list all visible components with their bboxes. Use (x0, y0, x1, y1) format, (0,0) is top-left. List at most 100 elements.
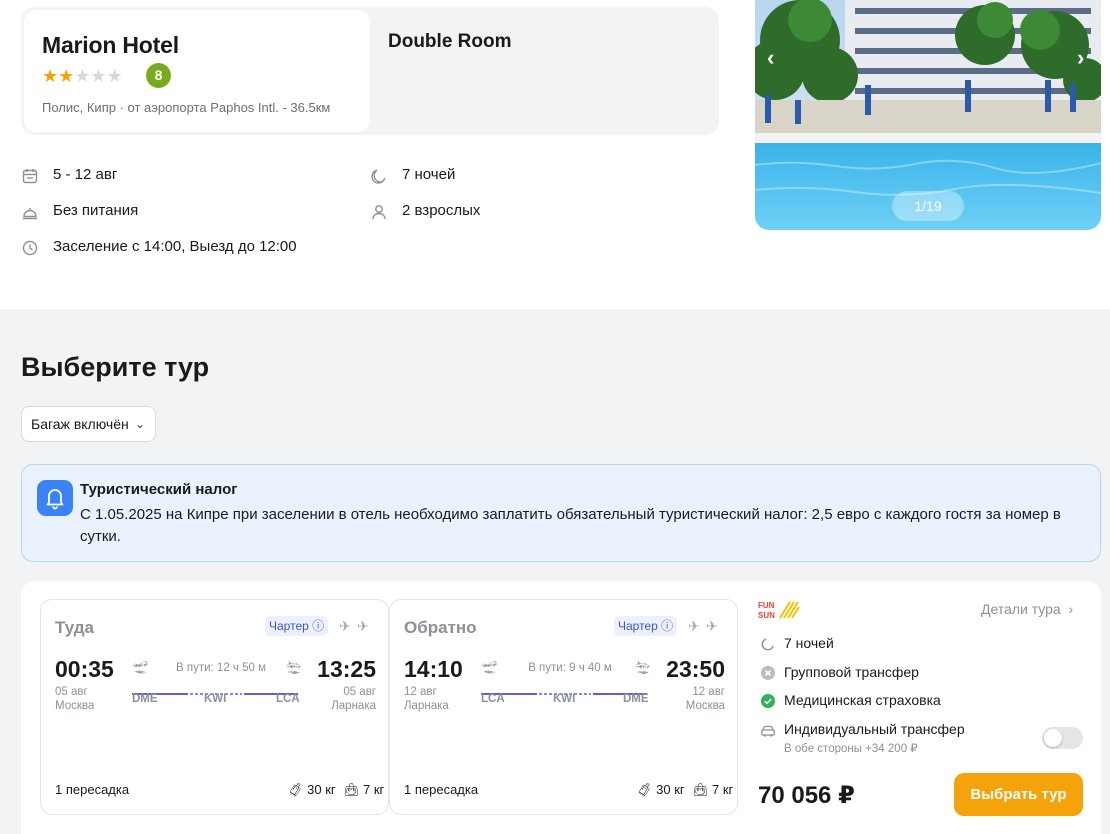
tour-offer-card: Туда Чартер ⓘ ✈ ✈ 00:35 05 авг Москва 🛫︎… (21, 581, 1101, 834)
suitcase-icon: 🧳︎ (636, 782, 653, 797)
flight-stops: 1 пересадка (404, 782, 479, 797)
star-empty-icon: ★ (106, 66, 123, 86)
departure-city: Москва (55, 700, 95, 712)
car-icon (761, 725, 775, 737)
medical-insurance: Медицинская страховка (784, 692, 941, 708)
baggage-filter-dropdown[interactable]: Багаж включён ⌄ (21, 406, 156, 442)
plane-icon: ✈ (706, 618, 718, 634)
group-transfer: Групповой трансфер (784, 664, 919, 680)
star-empty-icon: ★ (90, 66, 107, 86)
clock-icon (22, 240, 38, 256)
info-icon: ⓘ (312, 619, 325, 633)
charter-label: Чартер (269, 619, 309, 633)
baggage-allowance: 🧳︎ 30 кг 👜︎ 7 кг (636, 782, 733, 798)
flight-duration: В пути: 9 ч 40 м (528, 662, 612, 674)
flight-direction: Обратно (404, 618, 477, 637)
flight-outbound: Туда Чартер ⓘ ✈ ✈ 00:35 05 авг Москва 🛫︎… (40, 599, 389, 815)
tourist-tax-notice: Туристический налог С 1.05.2025 на Кипре… (21, 464, 1101, 562)
individual-transfer: Индивидуальный трансфер (784, 721, 965, 737)
arrival-info: 12 авг Москва (686, 685, 725, 713)
svg-text:SUN: SUN (758, 611, 775, 620)
departure-info: 05 авг Москва (55, 685, 94, 713)
baggage-filter-label: Багаж включён (31, 416, 129, 432)
tour-details-link[interactable]: Детали тура › (981, 601, 1073, 617)
airport-code: KWI (204, 693, 227, 705)
airport-code: KWI (553, 693, 576, 705)
hand-bag-icon: 👜︎ (342, 782, 360, 797)
chevron-right-icon: › (1068, 601, 1074, 617)
hotel-name: Marion Hotel (42, 32, 179, 58)
arrival-city: Ларнака (331, 700, 376, 712)
hotel-location: Полис, Кипр · от аэропорта Paphos Intl. … (42, 100, 331, 115)
baggage-weight: 30 кг (656, 782, 685, 797)
airport-code: DME (623, 693, 649, 705)
moon-icon (761, 638, 774, 651)
hotel-summary: Marion Hotel ★★★★★ 8 Полис, Кипр · от аэ… (21, 7, 719, 135)
arrival-date: 12 авг (692, 686, 725, 698)
notice-title: Туристический налог (80, 481, 238, 498)
plane-icon: ✈ (357, 618, 369, 634)
arrival-city: Москва (685, 700, 725, 712)
arrival-info: 05 авг Ларнака (331, 685, 376, 713)
chevron-down-icon: ⌄ (134, 417, 145, 431)
stay-guests: 2 взрослых (402, 202, 481, 219)
airport-code: DME (132, 693, 158, 705)
departure-city: Ларнака (404, 700, 449, 712)
cross-circle-icon (761, 666, 775, 680)
hotel-photo-gallery[interactable]: ‹ › 1/19 (755, 0, 1101, 230)
bell-icon (37, 480, 73, 516)
airport-code: LCA (481, 693, 505, 705)
hotel-header-section: Marion Hotel ★★★★★ 8 Полис, Кипр · от аэ… (0, 0, 1110, 309)
takeoff-icon: 🛫︎ (132, 660, 149, 675)
hand-luggage-weight: 7 кг (712, 782, 734, 797)
airport-code: LCA (276, 693, 300, 705)
route-line (481, 683, 647, 695)
flight-duration: В пути: 12 ч 50 м (176, 662, 266, 674)
select-tour-button[interactable]: Выбрать тур (954, 773, 1083, 816)
flight-stops: 1 пересадка (55, 782, 130, 797)
arrival-time: 23:50 (666, 656, 725, 682)
tour-price: 70 056 ₽ (758, 782, 855, 809)
suitcase-icon: 🧳︎ (287, 782, 304, 797)
gallery-prev-button[interactable]: ‹ (767, 45, 774, 71)
rating-badge: 8 (146, 63, 171, 88)
room-service-bell-icon (23, 208, 37, 220)
flight-return: Обратно Чартер ⓘ ✈ ✈ 14:10 12 авг Ларнак… (389, 599, 738, 815)
stay-dates: 5 - 12 авг (53, 166, 118, 183)
star-empty-icon: ★ (74, 66, 91, 86)
charter-badge[interactable]: Чартер ⓘ (265, 616, 329, 636)
person-icon (372, 205, 386, 220)
baggage-allowance: 🧳︎ 30 кг 👜︎ 7 кг (287, 782, 384, 798)
calendar-icon (22, 169, 38, 184)
landing-icon: 🛬︎ (634, 660, 651, 675)
room-type: Double Room (388, 31, 512, 52)
notice-text: С 1.05.2025 на Кипре при заселении в оте… (80, 506, 1061, 545)
departure-time: 00:35 (55, 656, 114, 682)
toggle-knob (1044, 729, 1062, 747)
stay-meals: Без питания (53, 202, 139, 219)
tour-details-label: Детали тура (981, 601, 1061, 617)
charter-badge[interactable]: Чартер ⓘ (614, 616, 678, 636)
takeoff-icon: 🛫︎ (481, 660, 498, 675)
plane-icon: ✈ (688, 618, 700, 634)
landing-icon: 🛬︎ (285, 660, 302, 675)
route-line (132, 683, 298, 695)
hand-bag-icon: 👜︎ (691, 782, 709, 797)
departure-date: 12 авг (404, 686, 437, 698)
hotel-card: Marion Hotel ★★★★★ 8 Полис, Кипр · от аэ… (24, 10, 370, 132)
departure-date: 05 авг (55, 686, 88, 698)
svg-text:FUN: FUN (758, 601, 775, 610)
individual-transfer-price: В обе стороны +34 200 ₽ (784, 743, 918, 755)
flight-direction: Туда (55, 618, 95, 637)
gallery-counter: 1/19 (892, 191, 964, 221)
fun-sun-operator-logo: FUN SUN (758, 601, 800, 620)
departure-time: 14:10 (404, 656, 463, 682)
gallery-next-button[interactable]: › (1077, 45, 1084, 71)
star-icon: ★ (58, 66, 75, 86)
stay-nights: 7 ночей (402, 166, 456, 183)
departure-info: 12 авг Ларнака (404, 685, 449, 713)
charter-label: Чартер (618, 619, 658, 633)
individual-transfer-toggle[interactable] (1042, 727, 1083, 749)
plane-icon: ✈ (339, 618, 351, 634)
baggage-weight: 30 кг (307, 782, 336, 797)
